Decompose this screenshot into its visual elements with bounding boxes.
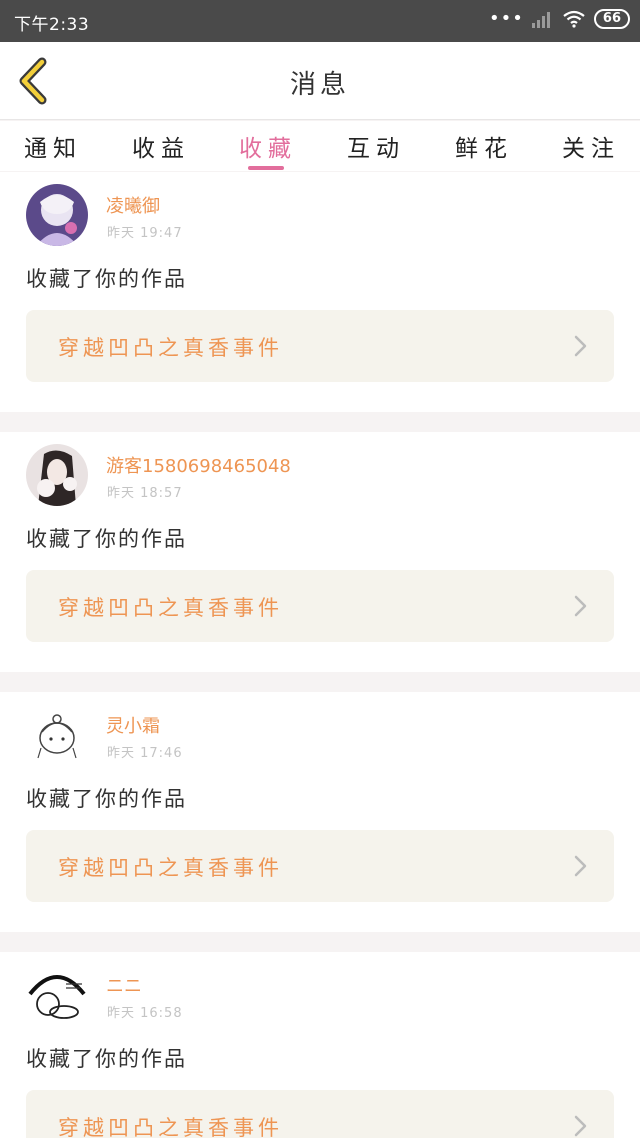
signal-icon: [531, 12, 550, 28]
tab-bar: 通知 收益 收藏 互动 鲜花 关注: [0, 121, 640, 171]
nav-header: 消息: [0, 42, 640, 120]
notification-message: 收藏了你的作品: [26, 527, 187, 551]
notification-card: 凌曦御 昨天 19:47 收藏了你的作品 穿越凹凸之真香事件: [0, 172, 640, 412]
status-icons: ••• 66: [489, 9, 630, 29]
avatar[interactable]: [26, 704, 88, 766]
timestamp: 昨天 17:46: [107, 746, 183, 761]
avatar[interactable]: [26, 964, 88, 1026]
notification-card: ニニ 昨天 16:58 收藏了你的作品 穿越凹凸之真香事件: [0, 952, 640, 1138]
avatar[interactable]: [26, 184, 88, 246]
notification-card: 灵小霜 昨天 17:46 收藏了你的作品 穿越凹凸之真香事件: [0, 692, 640, 932]
chevron-right-icon: [574, 855, 587, 877]
active-tab-indicator: [248, 166, 284, 170]
chevron-right-icon: [574, 1115, 587, 1137]
more-dots-icon: •••: [489, 8, 524, 29]
work-link[interactable]: 穿越凹凸之真香事件: [26, 310, 614, 382]
wifi-icon: [563, 10, 585, 28]
work-title: 穿越凹凸之真香事件: [58, 596, 283, 620]
notification-message: 收藏了你的作品: [26, 787, 187, 811]
avatar[interactable]: [26, 444, 88, 506]
battery-indicator: 66: [593, 9, 630, 29]
work-title: 穿越凹凸之真香事件: [58, 856, 283, 880]
page-title: 消息: [289, 70, 350, 100]
work-title: 穿越凹凸之真香事件: [58, 1116, 283, 1138]
tab-favorites[interactable]: 收藏: [233, 129, 303, 163]
work-link[interactable]: 穿越凹凸之真香事件: [26, 1090, 614, 1138]
notification-message: 收藏了你的作品: [26, 267, 187, 291]
work-title: 穿越凹凸之真香事件: [58, 336, 283, 360]
work-link[interactable]: 穿越凹凸之真香事件: [26, 830, 614, 902]
username[interactable]: 灵小霜: [106, 712, 160, 738]
timestamp: 昨天 16:58: [107, 1006, 183, 1021]
status-bar: 下午2:33 ••• 66: [0, 0, 640, 42]
username[interactable]: 凌曦御: [106, 192, 160, 218]
tab-flowers[interactable]: 鲜花: [449, 129, 519, 163]
status-time: 下午2:33: [14, 15, 90, 35]
work-link[interactable]: 穿越凹凸之真香事件: [26, 570, 614, 642]
notification-card: 游客1580698465048 昨天 18:57 收藏了你的作品 穿越凹凸之真香…: [0, 432, 640, 672]
tab-interactions[interactable]: 互动: [341, 129, 411, 163]
username[interactable]: ニニ: [106, 972, 142, 998]
notification-message: 收藏了你的作品: [26, 1047, 187, 1071]
username[interactable]: 游客1580698465048: [106, 452, 291, 478]
timestamp: 昨天 19:47: [107, 226, 183, 241]
timestamp: 昨天 18:57: [107, 486, 183, 501]
tab-follows[interactable]: 关注: [556, 129, 626, 163]
chevron-right-icon: [574, 595, 587, 617]
tab-earnings[interactable]: 收益: [126, 129, 196, 163]
tab-notifications[interactable]: 通知: [18, 129, 88, 163]
chevron-right-icon: [574, 335, 587, 357]
